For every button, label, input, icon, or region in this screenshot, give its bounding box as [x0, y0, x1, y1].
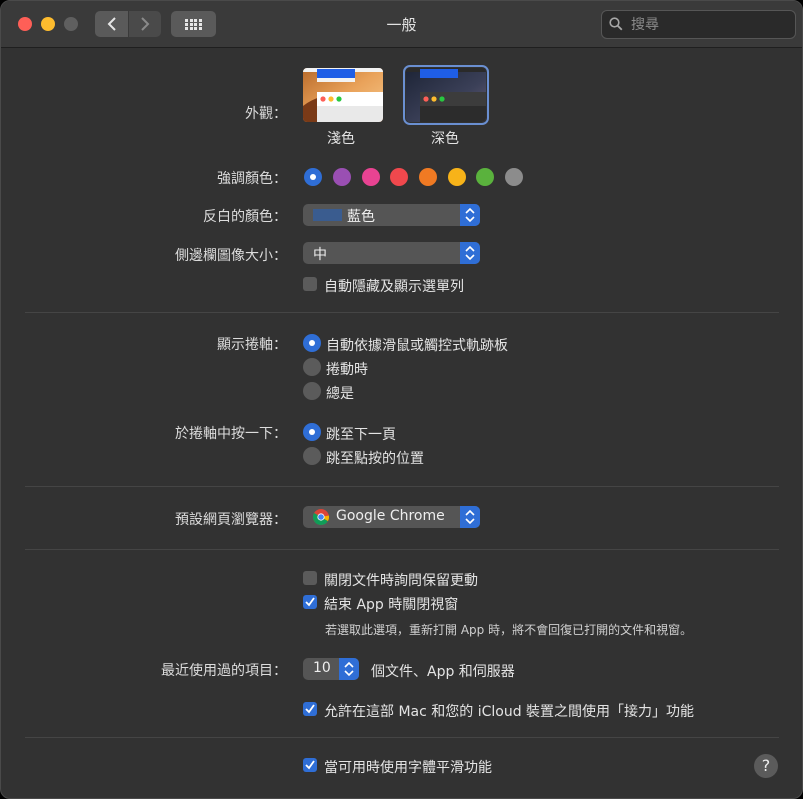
ask-keep-changes-label: 關閉文件時詢問保留更動 [324, 573, 478, 589]
recent-items-value: 10 [313, 660, 331, 676]
help-button[interactable]: ? [754, 754, 778, 778]
scrollbars-always-label: 總是 [326, 386, 354, 402]
sidebar-icon-size-label: 側邊欄圖像大小： [175, 248, 287, 264]
default-browser-value: Google Chrome [336, 508, 445, 524]
jump-next-page-label: 跳至下一頁 [326, 427, 396, 443]
click-scrollbar-label: 於捲軸中按一下： [175, 426, 287, 442]
divider [25, 486, 779, 487]
scrollbars-always-radio[interactable] [303, 382, 321, 400]
appearance-dark-label: 深色 [431, 131, 459, 147]
font-smoothing-label: 當可用時使用字體平滑功能 [324, 760, 492, 776]
accent-swatch-purple[interactable] [333, 168, 351, 186]
show-scrollbars-label: 顯示捲軸： [217, 337, 287, 353]
sidebar-icon-size-value: 中 [313, 247, 327, 263]
accent-swatch-pink[interactable] [362, 168, 380, 186]
checkmark-icon [305, 597, 315, 607]
recent-items-label: 最近使用過的項目： [161, 663, 287, 679]
popup-chevrons-icon [460, 242, 480, 264]
appearance-label: 外觀： [245, 106, 287, 122]
accent-color-label: 強調顏色： [217, 171, 287, 187]
search-icon [609, 17, 623, 31]
close-windows-checkbox[interactable] [303, 595, 317, 609]
close-windows-note: 若選取此選項，重新打開 App 時，將不會回復已打開的文件和視窗。 [325, 623, 693, 637]
popup-chevrons-icon [460, 204, 480, 226]
jump-to-spot-radio[interactable] [303, 447, 321, 465]
scrollbars-auto-label: 自動依據滑鼠或觸控式軌跡板 [326, 338, 508, 354]
ask-keep-changes-checkbox[interactable] [303, 571, 317, 585]
default-browser-label: 預設網頁瀏覽器： [175, 512, 287, 528]
appearance-dark-option[interactable] [403, 65, 489, 125]
accent-swatch-orange[interactable] [419, 168, 437, 186]
checkmark-icon [305, 760, 315, 770]
highlight-color-popup[interactable]: 藍色 [303, 204, 480, 226]
divider [25, 737, 779, 738]
accent-swatch-yellow[interactable] [448, 168, 466, 186]
chrome-icon [313, 509, 329, 525]
highlight-color-label: 反白的顏色： [203, 209, 287, 225]
appearance-light-option[interactable] [303, 68, 383, 122]
accent-swatch-graphite[interactable] [505, 168, 523, 186]
auto-hide-menu-checkbox[interactable] [303, 277, 317, 291]
system-preferences-window: 一般 外觀： [0, 0, 803, 799]
highlight-swatch [313, 209, 342, 221]
default-browser-popup[interactable]: Google Chrome [303, 506, 480, 528]
recent-items-suffix: 個文件、App 和伺服器 [371, 664, 515, 680]
scrollbars-when-scrolling-radio[interactable] [303, 358, 321, 376]
accent-swatch-red[interactable] [390, 168, 408, 186]
scrollbars-when-scrolling-label: 捲動時 [326, 362, 368, 378]
handoff-label: 允許在這部 Mac 和您的 iCloud 裝置之間使用「接力」功能 [324, 704, 695, 720]
checkmark-icon [305, 704, 315, 714]
appearance-light-label: 淺色 [327, 131, 355, 147]
dark-appearance-thumbnail [406, 68, 486, 122]
jump-next-page-radio[interactable] [303, 423, 321, 441]
scrollbars-auto-radio[interactable] [303, 334, 321, 352]
close-windows-label: 結束 App 時關閉視窗 [324, 597, 459, 613]
popup-chevrons-icon [460, 506, 480, 528]
title-bar: 一般 [1, 1, 802, 48]
divider [25, 312, 779, 313]
divider [25, 549, 779, 550]
accent-swatch-blue[interactable] [304, 168, 322, 186]
search-field[interactable] [601, 10, 796, 39]
search-input[interactable] [629, 14, 793, 36]
light-appearance-thumbnail [303, 68, 383, 122]
recent-items-popup[interactable]: 10 [303, 658, 359, 680]
sidebar-icon-size-popup[interactable]: 中 [303, 242, 480, 264]
jump-to-spot-label: 跳至點按的位置 [326, 451, 424, 467]
font-smoothing-checkbox[interactable] [303, 758, 317, 772]
accent-swatch-green[interactable] [476, 168, 494, 186]
popup-chevrons-icon [339, 658, 359, 680]
handoff-checkbox[interactable] [303, 702, 317, 716]
highlight-color-value: 藍色 [347, 209, 375, 225]
auto-hide-menu-label: 自動隱藏及顯示選單列 [324, 279, 464, 295]
